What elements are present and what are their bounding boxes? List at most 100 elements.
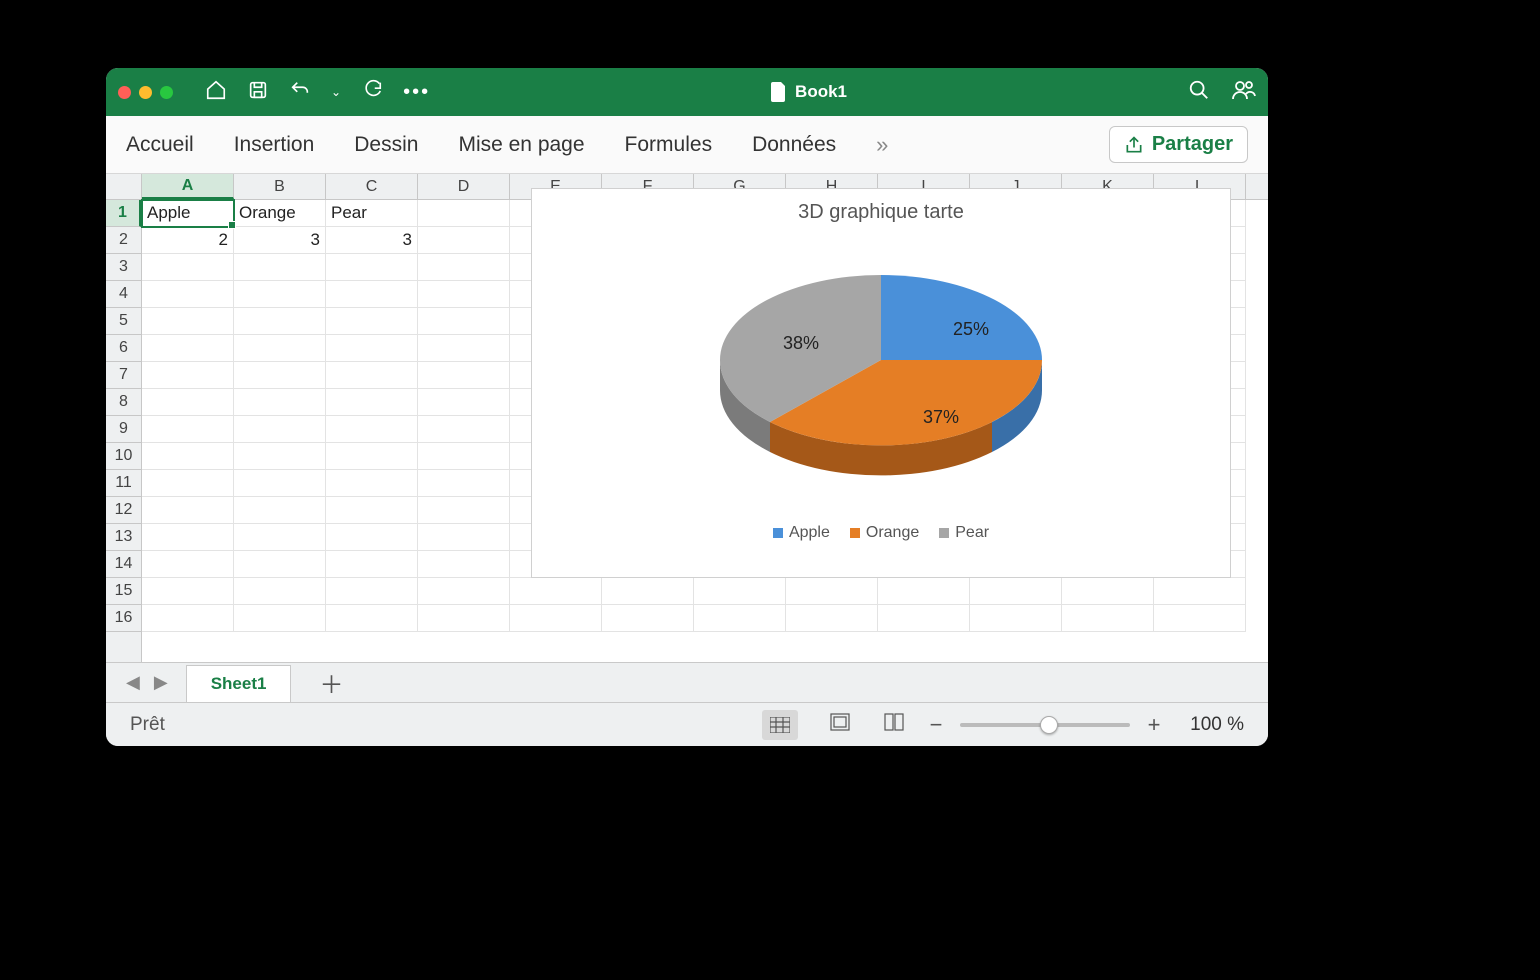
cell-C6[interactable] bbox=[326, 335, 418, 362]
row-header-15[interactable]: 15 bbox=[106, 578, 141, 605]
cell-F15[interactable] bbox=[602, 578, 694, 605]
cell-C7[interactable] bbox=[326, 362, 418, 389]
cell-B1[interactable]: Orange bbox=[234, 200, 326, 227]
cell-A9[interactable] bbox=[142, 416, 234, 443]
cell-E16[interactable] bbox=[510, 605, 602, 632]
view-page-layout-button[interactable] bbox=[828, 710, 852, 734]
maximize-button[interactable] bbox=[160, 86, 173, 99]
cell-B15[interactable] bbox=[234, 578, 326, 605]
row-header-12[interactable]: 12 bbox=[106, 497, 141, 524]
more-icon[interactable]: ••• bbox=[403, 81, 430, 104]
cell-G15[interactable] bbox=[694, 578, 786, 605]
col-header-C[interactable]: C bbox=[326, 174, 418, 199]
cell-C5[interactable] bbox=[326, 308, 418, 335]
collab-icon[interactable] bbox=[1232, 79, 1256, 106]
row-header-2[interactable]: 2 bbox=[106, 227, 141, 254]
cell-B7[interactable] bbox=[234, 362, 326, 389]
cell-A14[interactable] bbox=[142, 551, 234, 578]
undo-dropdown-icon[interactable]: ⌄ bbox=[331, 85, 341, 99]
row-header-13[interactable]: 13 bbox=[106, 524, 141, 551]
close-button[interactable] bbox=[118, 86, 131, 99]
cell-L16[interactable] bbox=[1154, 605, 1246, 632]
cell-D14[interactable] bbox=[418, 551, 510, 578]
sheet-tab-active[interactable]: Sheet1 bbox=[186, 665, 292, 702]
cell-A16[interactable] bbox=[142, 605, 234, 632]
cell-A13[interactable] bbox=[142, 524, 234, 551]
cell-I16[interactable] bbox=[878, 605, 970, 632]
cell-C9[interactable] bbox=[326, 416, 418, 443]
cell-D16[interactable] bbox=[418, 605, 510, 632]
cell-D3[interactable] bbox=[418, 254, 510, 281]
cell-D7[interactable] bbox=[418, 362, 510, 389]
row-header-16[interactable]: 16 bbox=[106, 605, 141, 632]
home-icon[interactable] bbox=[205, 79, 227, 106]
zoom-in-button[interactable]: + bbox=[1144, 712, 1164, 738]
cell-C16[interactable] bbox=[326, 605, 418, 632]
cell-L15[interactable] bbox=[1154, 578, 1246, 605]
cell-C13[interactable] bbox=[326, 524, 418, 551]
cell-B6[interactable] bbox=[234, 335, 326, 362]
cell-B16[interactable] bbox=[234, 605, 326, 632]
tab-donnees[interactable]: Données bbox=[752, 133, 836, 157]
share-button[interactable]: Partager bbox=[1109, 126, 1248, 163]
view-page-break-button[interactable] bbox=[882, 710, 906, 734]
cell-A12[interactable] bbox=[142, 497, 234, 524]
cell-B4[interactable] bbox=[234, 281, 326, 308]
chart-object[interactable]: 3D graphique tarte 25% 37% 38% bbox=[531, 188, 1231, 578]
cell-D5[interactable] bbox=[418, 308, 510, 335]
col-header-D[interactable]: D bbox=[418, 174, 510, 199]
row-header-8[interactable]: 8 bbox=[106, 389, 141, 416]
cell-A15[interactable] bbox=[142, 578, 234, 605]
tab-insertion[interactable]: Insertion bbox=[234, 133, 315, 157]
zoom-out-button[interactable]: − bbox=[926, 712, 946, 738]
row-header-9[interactable]: 9 bbox=[106, 416, 141, 443]
cell-B3[interactable] bbox=[234, 254, 326, 281]
select-all-corner[interactable] bbox=[106, 174, 142, 199]
cell-C10[interactable] bbox=[326, 443, 418, 470]
tabs-overflow[interactable]: » bbox=[876, 132, 888, 158]
cell-A1[interactable]: Apple bbox=[142, 200, 234, 227]
cell-C11[interactable] bbox=[326, 470, 418, 497]
tab-mise-en-page[interactable]: Mise en page bbox=[458, 133, 584, 157]
cell-B5[interactable] bbox=[234, 308, 326, 335]
row-header-14[interactable]: 14 bbox=[106, 551, 141, 578]
cell-C15[interactable] bbox=[326, 578, 418, 605]
cell-K15[interactable] bbox=[1062, 578, 1154, 605]
cell-C4[interactable] bbox=[326, 281, 418, 308]
cell-I15[interactable] bbox=[878, 578, 970, 605]
cell-C3[interactable] bbox=[326, 254, 418, 281]
row-header-4[interactable]: 4 bbox=[106, 281, 141, 308]
zoom-slider[interactable] bbox=[960, 723, 1130, 727]
cell-D4[interactable] bbox=[418, 281, 510, 308]
row-header-11[interactable]: 11 bbox=[106, 470, 141, 497]
cell-B2[interactable]: 3 bbox=[234, 227, 326, 254]
cell-A5[interactable] bbox=[142, 308, 234, 335]
save-icon[interactable] bbox=[247, 79, 269, 106]
zoom-slider-thumb[interactable] bbox=[1040, 716, 1058, 734]
cell-A11[interactable] bbox=[142, 470, 234, 497]
cell-K16[interactable] bbox=[1062, 605, 1154, 632]
row-header-10[interactable]: 10 bbox=[106, 443, 141, 470]
cell-C1[interactable]: Pear bbox=[326, 200, 418, 227]
cell-D6[interactable] bbox=[418, 335, 510, 362]
undo-icon[interactable] bbox=[289, 79, 311, 106]
cell-E15[interactable] bbox=[510, 578, 602, 605]
cell-H16[interactable] bbox=[786, 605, 878, 632]
cell-J16[interactable] bbox=[970, 605, 1062, 632]
cell-C12[interactable] bbox=[326, 497, 418, 524]
cell-B11[interactable] bbox=[234, 470, 326, 497]
cell-C2[interactable]: 3 bbox=[326, 227, 418, 254]
cell-D8[interactable] bbox=[418, 389, 510, 416]
tab-accueil[interactable]: Accueil bbox=[126, 133, 194, 157]
cell-B13[interactable] bbox=[234, 524, 326, 551]
cell-A8[interactable] bbox=[142, 389, 234, 416]
cell-G16[interactable] bbox=[694, 605, 786, 632]
zoom-label[interactable]: 100 % bbox=[1184, 714, 1244, 736]
cell-B9[interactable] bbox=[234, 416, 326, 443]
tab-formules[interactable]: Formules bbox=[625, 133, 713, 157]
cell-A6[interactable] bbox=[142, 335, 234, 362]
cell-D10[interactable] bbox=[418, 443, 510, 470]
add-sheet-button[interactable]: ＋ bbox=[299, 665, 363, 700]
cell-B14[interactable] bbox=[234, 551, 326, 578]
tab-dessin[interactable]: Dessin bbox=[354, 133, 418, 157]
